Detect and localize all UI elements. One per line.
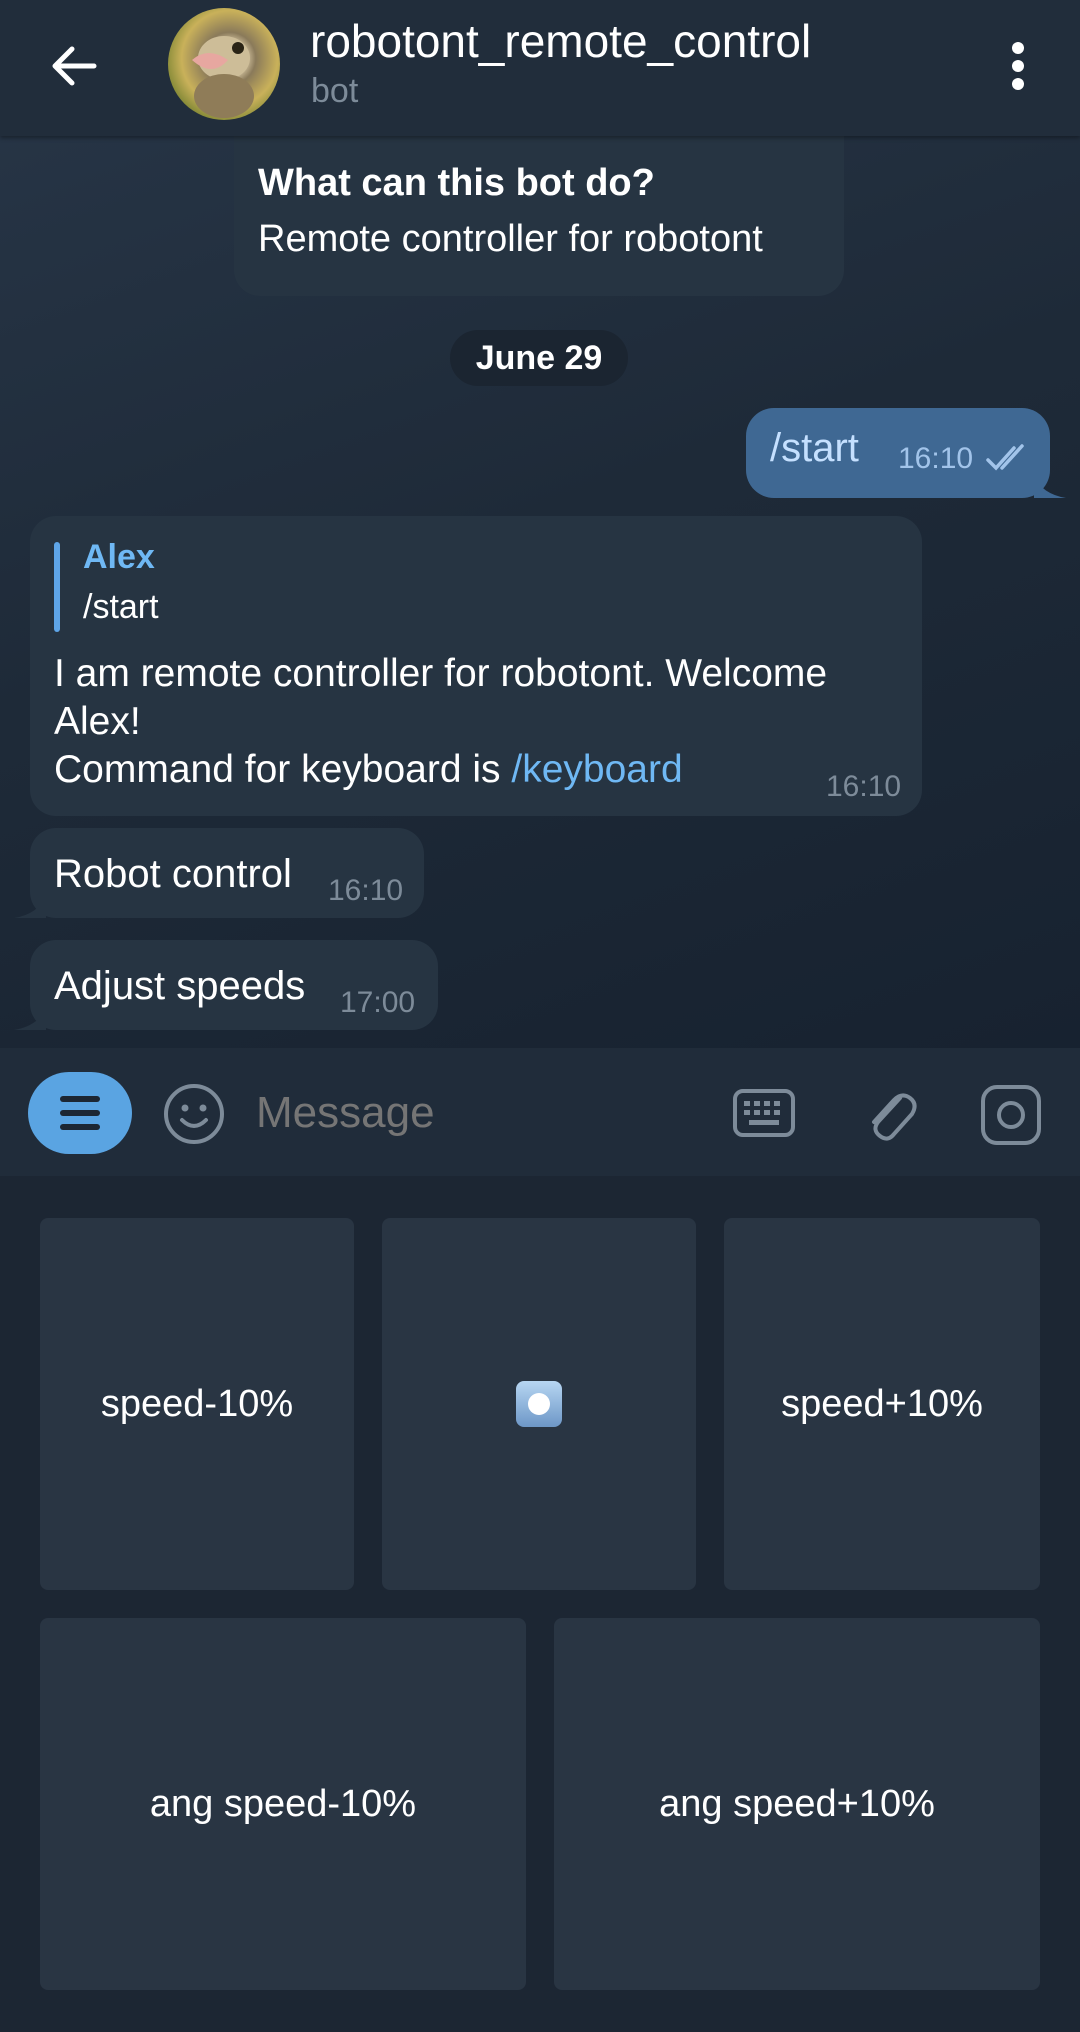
chat-title[interactable]: robotont_remote_control: [310, 14, 811, 68]
date-separator: June 29: [450, 330, 628, 386]
speed-increase-button[interactable]: speed+10%: [724, 1218, 1040, 1590]
attach-icon[interactable]: [862, 1082, 918, 1146]
outgoing-bubble-tail: [1034, 476, 1066, 498]
bot-intro-bubble: What can this bot do? Remote controller …: [234, 136, 844, 296]
chat-area[interactable]: What can this bot do? Remote controller …: [0, 136, 1080, 1048]
message-input[interactable]: [254, 1084, 698, 1142]
adjust-speeds-text: Adjust speeds: [54, 964, 306, 1008]
welcome-message-time: 16:10: [826, 770, 902, 803]
adjust-speeds-message[interactable]: Adjust speeds 17:00: [30, 940, 438, 1030]
camera-icon[interactable]: [980, 1084, 1042, 1146]
outgoing-message-time: 16:10: [898, 442, 974, 475]
read-checkmarks-icon: [986, 444, 1024, 471]
reply-author[interactable]: Alex: [83, 538, 155, 577]
ang-speed-increase-button[interactable]: ang speed+10%: [554, 1618, 1040, 1990]
intro-question: What can this bot do?: [258, 162, 655, 204]
record-button-icon: [516, 1381, 562, 1427]
bot-avatar[interactable]: [168, 8, 280, 120]
chat-header: robotont_remote_control bot: [0, 0, 1080, 136]
welcome-line-3: Command for keyboard is /keyboard: [54, 748, 683, 792]
welcome-line-3-prefix: Command for keyboard is: [54, 748, 512, 791]
more-options-icon[interactable]: [1000, 36, 1036, 96]
speed-decrease-button[interactable]: speed-10%: [40, 1218, 354, 1590]
outgoing-message[interactable]: /start 16:10: [746, 408, 1050, 498]
welcome-line-1: I am remote controller for robotont. Wel…: [54, 652, 828, 695]
robot-control-text: Robot control: [54, 852, 292, 896]
bot-welcome-message[interactable]: Alex /start I am remote controller for r…: [30, 516, 922, 816]
outgoing-message-text[interactable]: /start: [770, 426, 859, 471]
stop-button[interactable]: [382, 1218, 696, 1590]
ang-speed-decrease-button[interactable]: ang speed-10%: [40, 1618, 526, 1990]
bot-reply-keyboard: speed-10% speed+10% ang speed-10% ang sp…: [0, 1176, 1080, 2032]
back-arrow-icon[interactable]: [44, 36, 104, 96]
incoming-bubble-tail: [14, 896, 46, 918]
message-composer: [0, 1048, 1080, 1176]
welcome-line-2: Alex!: [54, 700, 141, 743]
intro-answer: Remote controller for robotont: [258, 218, 763, 260]
keyboard-toggle-icon[interactable]: [732, 1088, 796, 1138]
reply-quote-bar: [54, 542, 60, 632]
chat-subtitle: bot: [311, 72, 359, 110]
bot-menu-button[interactable]: [28, 1072, 132, 1154]
keyboard-command-link[interactable]: /keyboard: [511, 748, 682, 791]
adjust-speeds-time: 17:00: [340, 986, 416, 1019]
reply-quoted-text: /start: [83, 588, 159, 626]
robot-control-message[interactable]: Robot control 16:10: [30, 828, 424, 918]
menu-icon: [60, 1096, 100, 1130]
emoji-icon[interactable]: [162, 1082, 226, 1146]
incoming-bubble-tail: [14, 1008, 46, 1030]
robot-control-time: 16:10: [328, 874, 404, 907]
